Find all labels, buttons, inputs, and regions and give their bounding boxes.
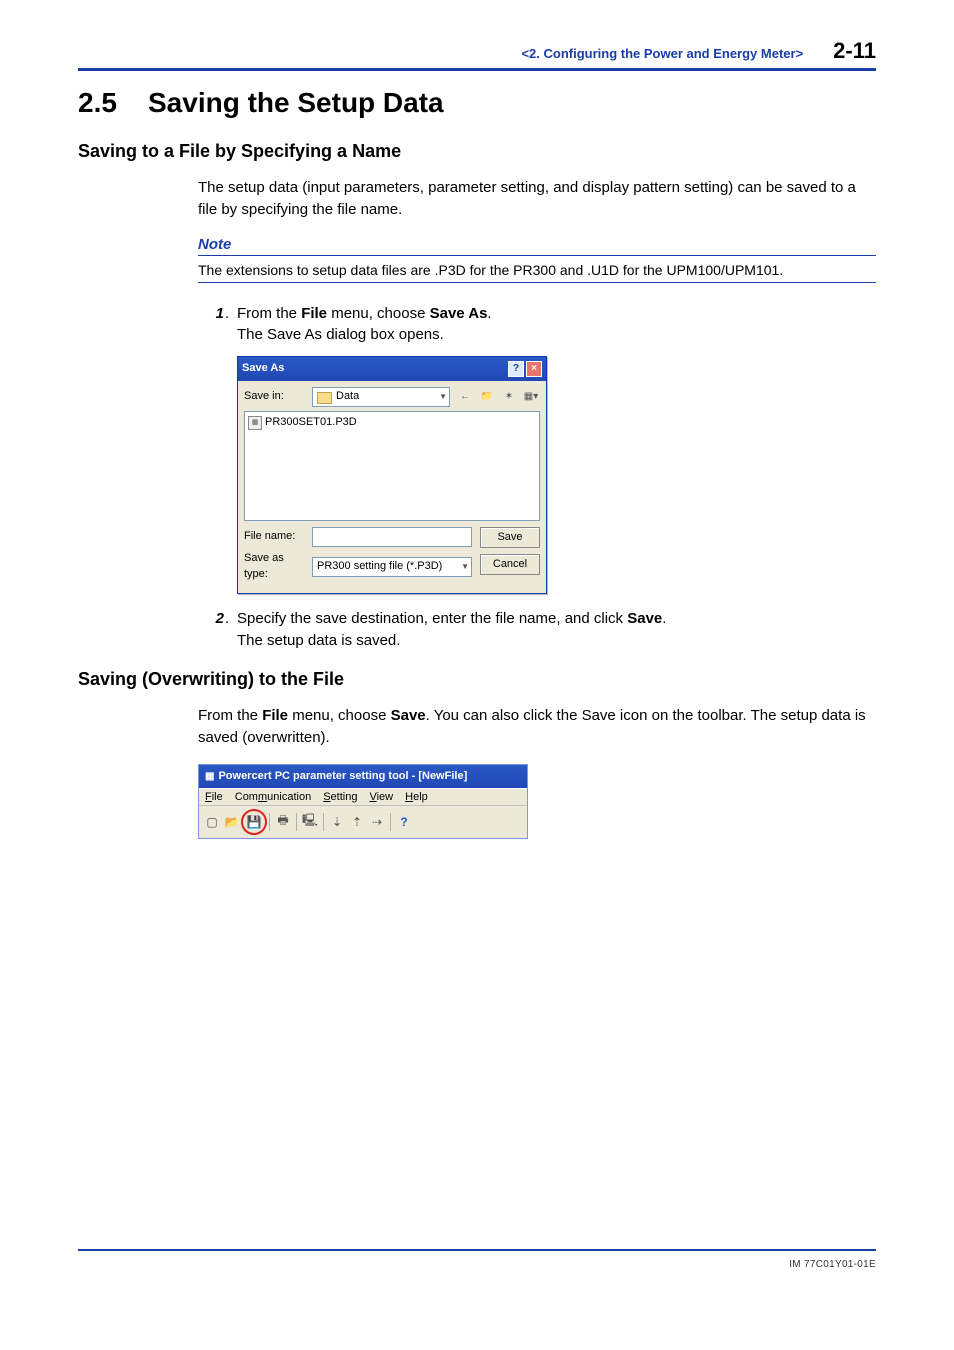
saveas-dialog: Save As ? × Save in: Data ▼ (237, 356, 547, 594)
step2-text: Specify the save destination, enter the … (237, 608, 666, 630)
note-body: The extensions to setup data files are .… (198, 256, 876, 283)
menu-file[interactable]: File (205, 791, 223, 803)
viewmenu-icon[interactable]: ▦▾ (522, 388, 540, 406)
savein-combo[interactable]: Data ▼ (312, 387, 450, 407)
filename-input[interactable] (312, 527, 472, 547)
separator (296, 813, 297, 831)
intro-paragraph: The setup data (input parameters, parame… (198, 177, 876, 221)
header-chapter: <2. Configuring the Power and Energy Met… (521, 46, 803, 61)
back-icon[interactable]: ← (456, 388, 474, 406)
menu-help[interactable]: Help (405, 791, 428, 803)
subsection-saving-by-name: Saving to a File by Specifying a Name (78, 141, 876, 162)
device-icon[interactable]: 🖳 (301, 813, 319, 831)
newfolder-icon[interactable]: ✶ (500, 388, 518, 406)
note-block: Note The extensions to setup data files … (198, 236, 876, 283)
save-highlight-circle: 💾 (241, 809, 267, 835)
up-icon[interactable]: 📁 (478, 388, 496, 406)
page-footer: IM 77C01Y01-01E (78, 1241, 876, 1270)
separator (390, 813, 391, 831)
separator (269, 813, 270, 831)
help-icon[interactable]: ? (508, 361, 524, 377)
menu-view[interactable]: View (369, 791, 393, 803)
header-page-number: 2-11 (833, 38, 876, 64)
folder-icon (317, 392, 332, 404)
download-icon[interactable]: ⇣ (328, 813, 346, 831)
file-list[interactable]: ▦ PR300SET01.P3D (244, 411, 540, 521)
footer-docid: IM 77C01Y01-01E (78, 1259, 876, 1270)
filename-label: File name: (244, 529, 306, 545)
saveastype-label: Save as type: (244, 551, 306, 583)
print-icon[interactable]: 🖶 (274, 813, 292, 831)
subsection-saving-overwrite: Saving (Overwriting) to the File (78, 669, 876, 690)
file-icon: ▦ (248, 416, 262, 430)
open-icon[interactable]: 📂 (223, 813, 241, 831)
app-window: ▦ Powercert PC parameter setting tool - … (198, 764, 528, 839)
app-toolbar: ▢ 📂 💾 🖶 🖳 ⇣ ⇡ ⇢ ? (199, 805, 527, 838)
step1-text: From the File menu, choose Save As. (237, 303, 547, 325)
menu-communication[interactable]: Communication (235, 791, 311, 803)
note-label: Note (198, 236, 876, 256)
section-title: 2.5Saving the Setup Data (78, 87, 876, 119)
overwrite-paragraph: From the File menu, choose Save. You can… (198, 705, 876, 749)
menu-setting[interactable]: Setting (323, 791, 357, 803)
save-icon[interactable]: 💾 (246, 814, 262, 830)
app-icon: ▦ (205, 771, 214, 782)
app-menu: File Communication Setting View Help (199, 788, 527, 805)
help-icon[interactable]: ? (395, 813, 413, 831)
header-rule (78, 68, 876, 71)
file-item[interactable]: ▦ PR300SET01.P3D (248, 415, 536, 431)
new-icon[interactable]: ▢ (203, 813, 221, 831)
save-button[interactable]: Save (480, 527, 540, 548)
separator (323, 813, 324, 831)
transfer-icon[interactable]: ⇢ (368, 813, 386, 831)
dialog-title: Save As (242, 361, 284, 377)
savein-label: Save in: (244, 389, 306, 405)
step-number-2: 2 (198, 608, 225, 652)
close-icon[interactable]: × (526, 361, 542, 377)
step2-sub: The setup data is saved. (237, 630, 666, 652)
chevron-down-icon: ▼ (439, 391, 447, 403)
step1-sub: The Save As dialog box opens. (237, 324, 547, 346)
saveastype-combo[interactable]: PR300 setting file (*.P3D) ▼ (312, 557, 472, 577)
cancel-button[interactable]: Cancel (480, 554, 540, 575)
chevron-down-icon: ▼ (461, 561, 469, 573)
step-number-1: 1 (198, 303, 225, 606)
footer-rule (78, 1249, 876, 1251)
upload-icon[interactable]: ⇡ (348, 813, 366, 831)
app-title: Powercert PC parameter setting tool - [N… (218, 770, 467, 782)
